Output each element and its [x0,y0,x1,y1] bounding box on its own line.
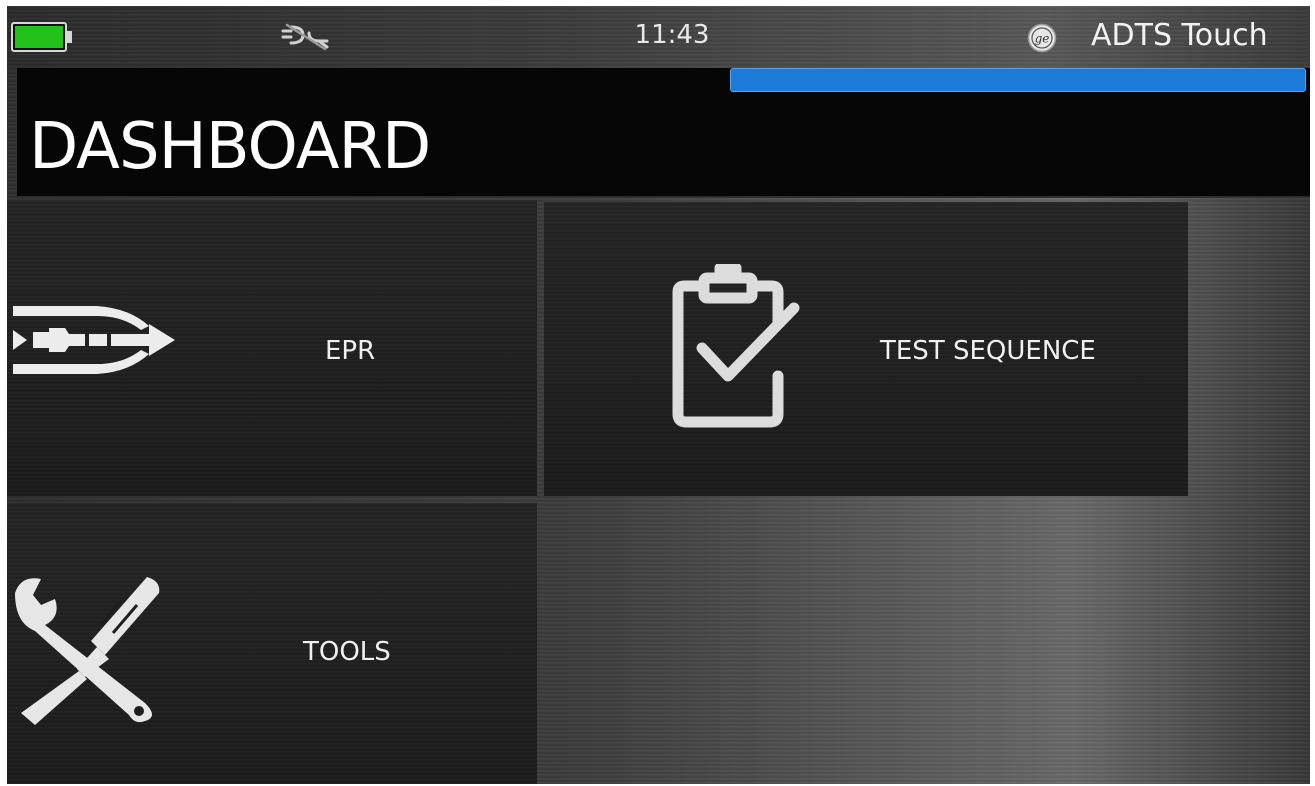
page-header: DASHBOARD [17,68,1310,198]
tile-tools[interactable]: TOOLS [7,503,537,784]
tile-epr[interactable]: EPR [7,200,537,496]
tile-test-sequence[interactable]: TEST SEQUENCE [544,202,1188,496]
engine-pressure-ratio-icon [13,306,175,374]
clipboard-check-icon [672,264,800,428]
disconnected-plug-icon [281,23,329,51]
wrench-screwdriver-icon [15,577,160,725]
tile-epr-label: EPR [325,336,376,366]
status-bar: 11:43 ge ADTS Touch [7,6,1310,68]
device-screen: 11:43 ge ADTS Touch DASHBOARD EPR TEST S… [7,6,1310,784]
device-name: ADTS Touch [1091,18,1268,53]
tile-test-sequence-label: TEST SEQUENCE [880,336,1096,366]
progress-bar [730,68,1306,92]
battery-icon [11,22,72,52]
tile-tools-label: TOOLS [303,637,391,667]
ge-logo-icon: ge [1027,23,1057,53]
svg-text:ge: ge [1035,32,1050,46]
page-title: DASHBOARD [29,110,431,184]
clock: 11:43 [634,20,710,50]
